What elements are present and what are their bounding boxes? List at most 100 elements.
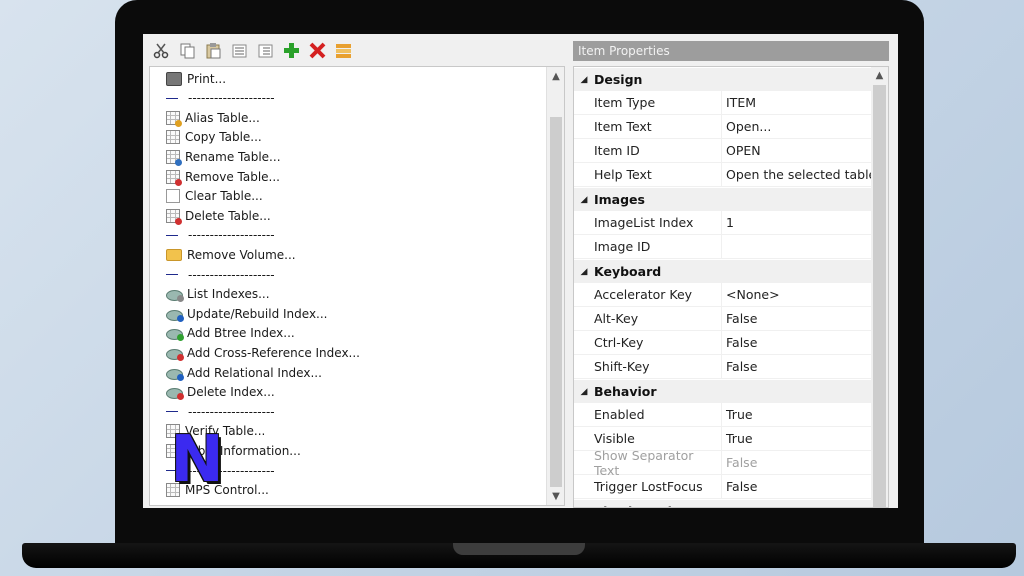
property-name: Help Text [574,163,722,187]
scroll-up-icon[interactable]: ▲ [547,69,564,83]
property-row[interactable]: Shift-Key False [574,355,872,379]
property-value[interactable]: OPEN [722,139,872,163]
property-value[interactable]: False [722,307,872,331]
category-name: Design [594,72,643,87]
property-row[interactable]: Alt-Key False [574,307,872,331]
property-value[interactable]: ITEM [722,91,872,115]
property-name: Item ID [574,139,722,163]
property-row[interactable]: Item Text Open... [574,115,872,139]
scrollbar-thumb[interactable] [550,117,562,487]
add-icon[interactable] [281,40,302,61]
indent-left-icon[interactable] [229,40,250,61]
menu-item-label: Remove Volume... [187,247,296,262]
collapse-triangle-icon[interactable]: ◢ [574,75,594,85]
menu-separator[interactable]: -------------------- [166,265,275,284]
property-name: Alt-Key [574,307,722,331]
property-row[interactable]: Item Type ITEM [574,91,872,115]
property-value[interactable]: Open the selected table [722,163,872,187]
app-window: Print... -------------------- Alias Table.… [143,34,898,508]
delete-icon[interactable] [307,40,328,61]
index-add-relational-icon [166,367,184,381]
table-remove-icon [166,169,182,186]
menu-item[interactable]: List Indexes... [166,285,270,304]
property-value[interactable]: 1 [722,211,872,235]
separator-dash-icon [166,411,178,413]
scroll-up-icon[interactable]: ▲ [871,68,888,82]
tree-scrollbar[interactable]: ▲ ▼ [546,67,564,505]
menu-item[interactable]: Update/Rebuild Index... [166,304,327,323]
property-name: Image ID [574,235,722,259]
menu-separator[interactable]: -------------------- [166,89,275,108]
collapse-triangle-icon[interactable]: ◢ [574,507,594,508]
cut-icon[interactable] [151,40,172,61]
property-name: Item Text [574,115,722,139]
property-row[interactable]: Trigger LostFocus False [574,475,872,499]
menu-item-label: Remove Table... [185,169,280,184]
property-category[interactable]: ◢ Design [574,68,872,91]
menu-item[interactable]: Copy Table... [166,128,262,147]
property-row[interactable]: ImageList Index 1 [574,211,872,235]
property-row[interactable]: Item ID OPEN [574,139,872,163]
menu-item[interactable]: Print... [166,69,226,88]
property-scrollbar[interactable]: ▲ [871,67,888,507]
property-value[interactable]: True [722,427,872,451]
property-value[interactable]: False [722,475,872,499]
index-rebuild-icon [166,308,184,322]
property-category[interactable]: ◢ Behavior [574,380,872,403]
menu-item[interactable]: Remove Table... [166,167,280,186]
menu-item[interactable]: Alias Table... [166,108,260,127]
property-name: Accelerator Key [574,283,722,307]
copy-icon[interactable] [177,40,198,61]
collapse-triangle-icon[interactable]: ◢ [574,267,594,277]
menu-separator[interactable]: -------------------- [166,402,275,421]
property-name: Shift-Key [574,355,722,379]
property-category[interactable]: ◢ Keyboard [574,260,872,283]
property-row[interactable]: Accelerator Key <None> [574,283,872,307]
menu-item-label: Alias Table... [185,110,260,125]
property-value[interactable]: <None> [722,283,872,307]
menu-item[interactable]: Delete Table... [166,206,271,225]
index-add-btree-icon [166,327,184,342]
property-name: Trigger LostFocus [574,475,722,499]
property-row[interactable]: Show Separator Text False [574,448,872,478]
menu-item-label: List Indexes... [187,287,270,302]
collapse-triangle-icon[interactable]: ◢ [574,387,594,397]
collapse-triangle-icon[interactable]: ◢ [574,195,594,205]
property-name: Ctrl-Key [574,331,722,355]
menu-item-label: Add Cross-Reference Index... [187,345,360,360]
menu-item[interactable]: Clear Table... [166,187,263,206]
menu-separator[interactable]: -------------------- [166,226,275,245]
menu-item-label: Update/Rebuild Index... [187,306,328,321]
property-row[interactable]: Ctrl-Key False [574,331,872,355]
property-row[interactable]: Help Text Open the selected table [574,163,872,187]
table-rename-icon [166,149,182,166]
menu-item-label: Print... [187,71,227,86]
menu-item-label: -------------------- [188,267,275,282]
property-value[interactable] [722,235,872,259]
property-value[interactable]: True [722,403,872,427]
menu-item[interactable]: Add Btree Index... [166,324,295,343]
property-category[interactable]: ◢ Images [574,188,872,211]
paste-icon[interactable] [203,40,224,61]
scroll-down-icon[interactable]: ▼ [547,489,564,503]
properties-icon[interactable] [333,40,354,61]
menu-item[interactable]: Remove Volume... [166,245,296,264]
menu-item[interactable]: Add Cross-Reference Index... [166,343,360,362]
property-row[interactable]: Image ID [574,235,872,259]
property-value[interactable]: False [722,451,872,475]
separator-dash-icon [166,97,178,99]
index-add-xref-icon [166,347,184,361]
indent-right-icon[interactable] [255,40,276,61]
property-value[interactable]: False [722,355,872,379]
menu-item[interactable]: Add Relational Index... [166,363,322,382]
menu-item-label: Add Relational Index... [187,365,322,380]
scrollbar-thumb[interactable] [873,85,886,507]
menu-item-label: -------------------- [188,228,275,243]
property-value[interactable]: False [722,331,872,355]
menu-item[interactable]: Delete Index... [166,383,275,402]
property-row[interactable]: Enabled True [574,403,872,427]
property-value[interactable]: Open... [722,115,872,139]
property-category[interactable]: ◢Check Mark [574,500,872,508]
menu-item[interactable]: Rename Table... [166,147,281,166]
category-name: Check Mark [594,504,676,507]
